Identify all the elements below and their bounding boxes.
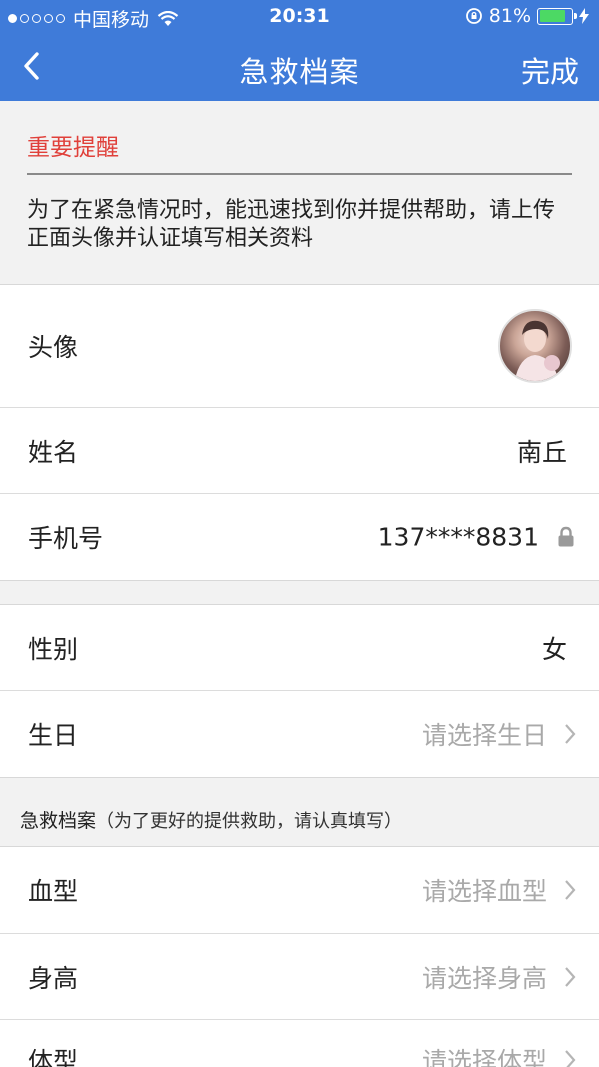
page-title: 急救档案 (239, 55, 360, 89)
avatar-photo-icon (514, 320, 560, 381)
chevron-right-icon (565, 880, 576, 900)
birthday-label: 生日 (28, 721, 79, 750)
name-value: 南丘 (516, 437, 567, 467)
notice-heading: 重要提醒 (27, 135, 119, 161)
section-title-wrap: 急救档案（为了更好的提供救助，请认真填写） (20, 806, 402, 833)
gender-value: 女 (541, 634, 567, 664)
status-right: 81% (465, 5, 589, 27)
battery-percent: 81% (488, 5, 531, 27)
gender-row[interactable]: 性别 女 (0, 605, 599, 691)
battery-fill (539, 10, 565, 22)
birthday-row[interactable]: 生日 请选择生日 (0, 691, 599, 777)
chevron-right-icon (565, 966, 576, 987)
chevron-right-icon (565, 724, 576, 744)
notice-divider (27, 173, 572, 175)
done-button[interactable]: 完成 (521, 49, 579, 91)
charging-icon (579, 8, 589, 24)
important-notice: 重要提醒 为了在紧急情况时，能迅速找到你并提供帮助，请上传正面头像并认证填写相关… (0, 101, 599, 284)
phone-value: 137****8831 (377, 522, 539, 552)
phone-label: 手机号 (28, 524, 104, 553)
avatar-row[interactable]: 头像 (0, 285, 599, 408)
battery-icon (537, 7, 577, 25)
gender-label: 性别 (28, 634, 79, 664)
profile-group: 头像 姓名 南丘 手机号 137****8831 (0, 284, 599, 581)
name-row[interactable]: 姓名 南丘 (0, 408, 599, 494)
lock-icon (558, 526, 574, 547)
orientation-lock-icon (465, 8, 482, 24)
blood-type-label: 血型 (28, 877, 79, 906)
emergency-section-header: 急救档案（为了更好的提供救助，请认真填写） (0, 778, 599, 846)
height-label: 身高 (28, 963, 79, 993)
chevron-right-icon (565, 1050, 576, 1067)
avatar-label: 头像 (28, 333, 79, 362)
body-type-row[interactable]: 体型 请选择体型 (0, 1020, 599, 1067)
basic-info-group: 性别 女 生日 请选择生日 (0, 604, 599, 778)
section-note: （为了更好的提供救助，请认真填写） (96, 811, 403, 832)
section-title: 急救档案 (20, 810, 97, 832)
blood-type-placeholder: 请选择血型 (421, 877, 547, 906)
body-type-label: 体型 (28, 1047, 79, 1067)
phone-row: 手机号 137****8831 (0, 494, 599, 580)
status-bar: 中国移动 20:31 81% (0, 0, 599, 34)
height-placeholder: 请选择身高 (421, 963, 547, 993)
nav-bar: 急救档案 完成 (0, 34, 599, 101)
blood-type-row[interactable]: 血型 请选择血型 (0, 847, 599, 934)
name-label: 姓名 (28, 437, 79, 467)
emergency-group: 血型 请选择血型 身高 请选择身高 体型 请选择体型 (0, 846, 599, 1067)
notice-message: 为了在紧急情况时，能迅速找到你并提供帮助，请上传正面头像并认证填写相关资料 (27, 198, 556, 251)
birthday-placeholder: 请选择生日 (421, 721, 547, 750)
body-type-placeholder: 请选择体型 (421, 1047, 547, 1067)
avatar[interactable] (498, 309, 572, 383)
height-row[interactable]: 身高 请选择身高 (0, 934, 599, 1020)
